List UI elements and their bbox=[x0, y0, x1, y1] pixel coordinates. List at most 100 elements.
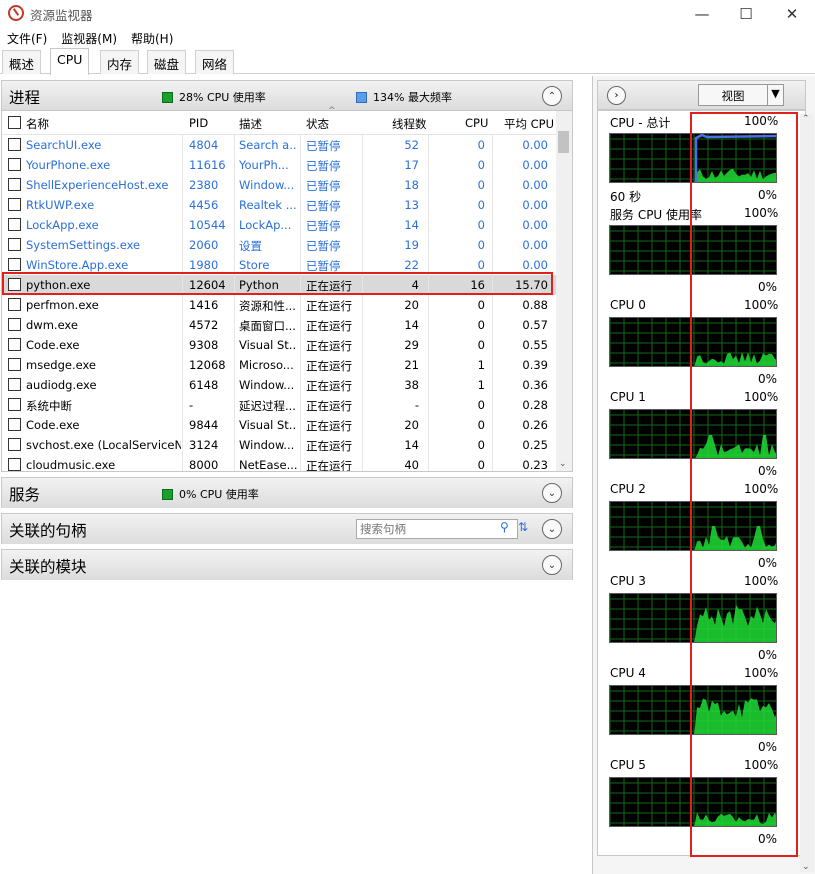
table-row[interactable]: perfmon.exe 1416 资源和性... 正在运行 20 0 0.88 bbox=[2, 295, 572, 315]
process-scrollbar[interactable]: ⌄ bbox=[556, 111, 572, 471]
row-checkbox[interactable] bbox=[8, 318, 21, 331]
table-row[interactable]: YourPhone.exe 11616 YourPh... 已暂停 17 0 0.00 bbox=[2, 155, 572, 175]
process-name: ShellExperienceHost.exe bbox=[26, 178, 169, 192]
menu-monitor[interactable]: 监视器(M) bbox=[54, 28, 124, 48]
table-row[interactable]: dwm.exe 4572 桌面窗口... 正在运行 14 0 0.57 bbox=[2, 315, 572, 335]
table-row[interactable]: LockApp.exe 10544 LockAp... 已暂停 14 0 0.00 bbox=[2, 215, 572, 235]
graph-title: CPU 5 bbox=[610, 758, 646, 772]
close-button[interactable]: ✕ bbox=[769, 0, 815, 28]
menu-help[interactable]: 帮助(H) bbox=[124, 28, 180, 48]
tab-memory[interactable]: 内存 bbox=[100, 50, 140, 74]
refresh-icon[interactable]: ⇅ bbox=[518, 520, 528, 534]
process-pid: 4572 bbox=[189, 318, 219, 332]
window-title: 资源监视器 bbox=[30, 8, 93, 23]
row-checkbox[interactable] bbox=[8, 138, 21, 151]
row-checkbox[interactable] bbox=[8, 338, 21, 351]
process-name: msedge.exe bbox=[26, 358, 96, 372]
table-row[interactable]: msedge.exe 12068 Microso... 正在运行 21 1 0.39 bbox=[2, 355, 572, 375]
row-checkbox[interactable] bbox=[8, 418, 21, 431]
table-row[interactable]: svchost.exe (LocalServiceN... 3124 Window.… bbox=[2, 435, 572, 455]
process-avg-cpu: 0.28 bbox=[522, 398, 548, 412]
table-row[interactable]: audiodg.exe 6148 Window... 正在运行 38 1 0.36 bbox=[2, 375, 572, 395]
row-checkbox[interactable] bbox=[8, 158, 21, 171]
process-cpu: 0 bbox=[477, 198, 485, 212]
process-name: svchost.exe (LocalServiceN... bbox=[26, 438, 181, 452]
process-status: 已暂停 bbox=[306, 239, 341, 253]
process-title: 进程 bbox=[9, 89, 41, 107]
menu-file[interactable]: 文件(F) bbox=[0, 28, 54, 48]
col-threads[interactable]: 线程数 bbox=[392, 116, 427, 132]
process-avg-cpu: 0.57 bbox=[522, 318, 548, 332]
row-checkbox[interactable] bbox=[8, 238, 21, 251]
process-name: cloudmusic.exe bbox=[26, 458, 116, 471]
process-status: 正在运行 bbox=[306, 399, 352, 413]
table-row[interactable]: cloudmusic.exe 8000 NetEase... 正在运行 40 0 0.23 bbox=[2, 455, 572, 471]
col-status[interactable]: 状态 bbox=[306, 116, 329, 132]
minimize-button[interactable]: — bbox=[679, 0, 725, 28]
handles-header[interactable]: 关联的句柄 ⚲ ⇅ ⌄ bbox=[2, 514, 572, 544]
process-header[interactable]: 进程 28% CPU 使用率 134% 最大频率 ⌃ bbox=[2, 81, 572, 111]
select-all-checkbox[interactable] bbox=[8, 116, 21, 129]
services-header[interactable]: 服务 0% CPU 使用率 ⌄ bbox=[2, 478, 572, 508]
table-row[interactable]: SearchUI.exe 4804 Search a... 已暂停 52 0 0.00 bbox=[2, 135, 572, 155]
graph-scrollbar[interactable]: ⌃ ⌄ bbox=[800, 114, 814, 872]
process-desc: Window... bbox=[239, 438, 295, 452]
process-desc: NetEase... bbox=[239, 458, 297, 471]
row-checkbox[interactable] bbox=[8, 298, 21, 311]
process-cpu: 1 bbox=[477, 378, 485, 392]
col-name[interactable]: 名称 bbox=[26, 116, 49, 132]
tab-network[interactable]: 网络 bbox=[195, 50, 235, 74]
process-threads: 21 bbox=[404, 358, 419, 372]
expand-chevron-icon[interactable]: ⌄ bbox=[542, 555, 562, 575]
row-checkbox[interactable] bbox=[8, 198, 21, 211]
process-threads: 17 bbox=[404, 158, 419, 172]
maximize-button[interactable]: ☐ bbox=[723, 0, 769, 28]
table-row[interactable]: 系统中断 - 延迟过程... 正在运行 - 0 0.28 bbox=[2, 395, 572, 415]
table-row[interactable]: SystemSettings.exe 2060 设置 已暂停 19 0 0.00 bbox=[2, 235, 572, 255]
tab-overview[interactable]: 概述 bbox=[2, 50, 42, 74]
process-threads: 18 bbox=[404, 178, 419, 192]
process-avg-cpu: 0.00 bbox=[522, 258, 548, 272]
tab-disk[interactable]: 磁盘 bbox=[147, 50, 187, 74]
graph-title: CPU - 总计 bbox=[610, 116, 671, 130]
col-desc[interactable]: 描述 bbox=[239, 116, 262, 132]
search-icon[interactable]: ⚲ bbox=[500, 520, 509, 534]
process-threads: 40 bbox=[404, 458, 419, 471]
process-name: audiodg.exe bbox=[26, 378, 97, 392]
view-dropdown[interactable]: 视图 ▼ bbox=[698, 84, 784, 106]
process-avg-cpu: 0.00 bbox=[522, 198, 548, 212]
row-checkbox[interactable] bbox=[8, 358, 21, 371]
process-desc: 桌面窗口... bbox=[239, 319, 296, 333]
collapse-chevron-icon[interactable]: ⌃ bbox=[542, 86, 562, 106]
chevron-right-icon[interactable]: › bbox=[607, 86, 626, 105]
expand-chevron-icon[interactable]: ⌄ bbox=[542, 483, 562, 503]
handle-search-input[interactable] bbox=[356, 519, 518, 539]
tab-cpu[interactable]: CPU bbox=[50, 48, 90, 75]
row-checkbox[interactable] bbox=[8, 398, 21, 411]
process-status: 已暂停 bbox=[306, 159, 341, 173]
process-threads: 22 bbox=[404, 258, 419, 272]
modules-header[interactable]: 关联的模块 ⌄ bbox=[2, 550, 572, 580]
process-cpu: 0 bbox=[477, 258, 485, 272]
col-pid[interactable]: PID bbox=[189, 116, 208, 130]
row-checkbox[interactable] bbox=[8, 178, 21, 191]
process-pid: 10544 bbox=[189, 218, 226, 232]
table-row[interactable]: ShellExperienceHost.exe 2380 Window... 已暂停 1… bbox=[2, 175, 572, 195]
table-row[interactable]: Code.exe 9844 Visual St... 正在运行 20 0 0.26 bbox=[2, 415, 572, 435]
process-desc: YourPh... bbox=[239, 158, 289, 172]
expand-chevron-icon[interactable]: ⌄ bbox=[542, 519, 562, 539]
row-checkbox[interactable] bbox=[8, 458, 21, 471]
table-row[interactable]: RtkUWP.exe 4456 Realtek ... 已暂停 13 0 0.00 bbox=[2, 195, 572, 215]
process-pid: 9844 bbox=[189, 418, 219, 432]
row-checkbox[interactable] bbox=[8, 438, 21, 451]
col-avg-cpu[interactable]: 平均 CPU bbox=[504, 116, 554, 132]
process-column-header: 名称 PID 描述 状态 线程数 CPU 平均 CPU ^ bbox=[2, 106, 572, 135]
process-pid: 9308 bbox=[189, 338, 219, 352]
col-cpu[interactable]: CPU bbox=[465, 116, 488, 130]
table-row[interactable]: Code.exe 9308 Visual St... 正在运行 29 0 0.55 bbox=[2, 335, 572, 355]
row-checkbox[interactable] bbox=[8, 378, 21, 391]
resource-monitor-icon bbox=[8, 5, 24, 21]
row-checkbox[interactable] bbox=[8, 258, 21, 271]
process-status: 已暂停 bbox=[306, 199, 341, 213]
row-checkbox[interactable] bbox=[8, 218, 21, 231]
